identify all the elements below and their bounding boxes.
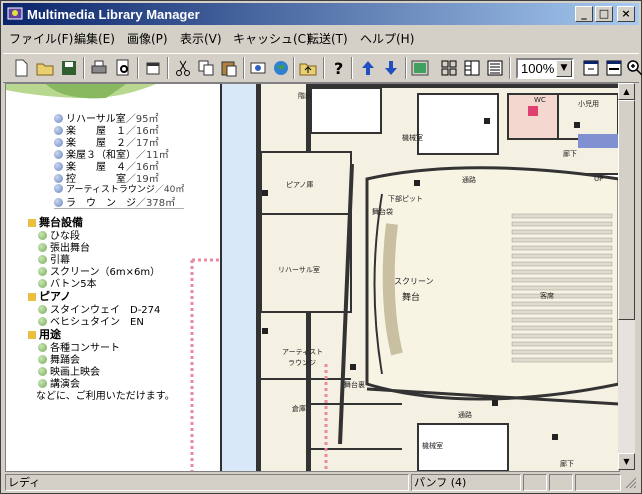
toolbar-separator [137, 57, 139, 79]
plan-label: ラウンジ [288, 359, 316, 367]
fit-window-icon[interactable] [581, 58, 601, 78]
close-button[interactable]: × [617, 6, 635, 22]
toolbar-separator [167, 57, 169, 79]
plan-label: 下部ピット [388, 194, 423, 203]
plan-label: 舞台裏 [344, 380, 365, 389]
find-icon[interactable] [248, 58, 268, 78]
thumbnail-view-icon[interactable] [439, 58, 459, 78]
print-icon[interactable] [89, 58, 109, 78]
floor-plan: 階段 機械室 WC 小児用 廊下 UP ピアノ庫 下部ピット 通路 舞台袋 リハ… [222, 84, 619, 471]
plan-label: リハーサル室 [278, 265, 320, 274]
plan-label: 小児用 [578, 99, 599, 108]
scroll-down-icon[interactable]: ▼ [618, 453, 635, 470]
toolbar-separator [83, 57, 85, 79]
plan-label: ピアノ庫 [286, 180, 313, 189]
prev-arrow-icon[interactable] [358, 58, 378, 78]
plan-label: 舞台袋 [372, 207, 393, 216]
plan-label: 客席 [540, 291, 554, 300]
info-panel: リハーサル室／95㎡ 楽 屋 １／16㎡ 楽 屋 ２／17㎡ 楽屋３（和室）／1… [6, 84, 222, 471]
plan-label: 通路 [458, 410, 472, 419]
plan-label: 廊下 [560, 459, 574, 468]
room-item: ラ ウ ン ジ／378㎡ [54, 194, 175, 209]
svg-text:?: ? [334, 59, 343, 78]
menu-view[interactable]: 表示(V) [180, 30, 222, 47]
minimize-button[interactable]: _ [575, 6, 593, 22]
properties-icon[interactable] [143, 58, 163, 78]
zoom-select[interactable]: 100% ▼ [516, 58, 574, 79]
plan-label: 廊下 [563, 149, 577, 158]
toolbar-separator [509, 57, 511, 79]
new-icon[interactable] [11, 58, 31, 78]
plan-label: アーティスト [282, 348, 323, 356]
menu-transfer[interactable]: 転送(T) [307, 30, 348, 47]
status-panel [523, 474, 547, 491]
window-title: Multimedia Library Manager [27, 7, 200, 22]
resize-grip-icon[interactable] [625, 477, 637, 489]
toolbar-separator [323, 57, 325, 79]
plan-label: 機械室 [402, 133, 423, 142]
toolbar-separator [351, 57, 353, 79]
plan-label: 機械室 [422, 441, 443, 450]
zoom-in-icon[interactable] [625, 58, 642, 78]
menu-cache[interactable]: キャッシュ(C) [233, 30, 311, 47]
document-view[interactable]: リハーサル室／95㎡ 楽 屋 １／16㎡ 楽 屋 ２／17㎡ 楽屋３（和室）／1… [5, 83, 620, 472]
status-page: パンフ (4) [411, 474, 521, 491]
status-panel [575, 474, 621, 491]
list-view-icon[interactable] [485, 58, 505, 78]
next-arrow-icon[interactable] [381, 58, 401, 78]
image-view-icon[interactable] [410, 58, 430, 78]
globe-icon[interactable] [271, 58, 291, 78]
toolbar-separator [293, 57, 295, 79]
plan-label: 倉庫 [292, 404, 306, 413]
menu-edit[interactable]: 編集(E) [74, 30, 115, 47]
plan-label: WC [534, 96, 546, 104]
bullet-icon [38, 279, 47, 288]
divider [54, 208, 184, 209]
bullet-icon [54, 198, 63, 207]
help-icon[interactable]: ? [328, 58, 348, 78]
plan-label: 通路 [462, 175, 476, 184]
app-window: Multimedia Library Manager _ □ × ファイル(F)… [0, 0, 642, 494]
plan-label: 舞台 [402, 291, 420, 303]
toolbar: ? 100% ▼ [3, 53, 642, 83]
cut-icon[interactable] [173, 58, 193, 78]
plan-label: スクリーン [394, 277, 434, 286]
menu-bar: ファイル(F) 編集(E) 画像(P) 表示(V) キャッシュ(C) 転送(T)… [3, 27, 639, 49]
paste-icon[interactable] [219, 58, 239, 78]
section-square-icon [28, 293, 36, 301]
footer-text: などに、ご利用いただけます。 [36, 391, 175, 402]
toolbar-separator [405, 57, 407, 79]
plan-label: 階段 [298, 91, 312, 100]
title-bar: Multimedia Library Manager _ □ × [3, 3, 639, 25]
chevron-down-icon[interactable]: ▼ [556, 60, 572, 77]
vertical-scrollbar[interactable]: ▲ ▼ [618, 83, 635, 470]
scroll-up-icon[interactable]: ▲ [618, 83, 635, 100]
save-icon[interactable] [59, 58, 79, 78]
bullet-icon [54, 184, 63, 193]
section-square-icon [28, 331, 36, 339]
floor-plan-drawing: 階段 機械室 WC 小児用 廊下 UP ピアノ庫 下部ピット 通路 舞台袋 リハ… [222, 84, 619, 471]
section-square-icon [28, 219, 36, 227]
copy-icon[interactable] [196, 58, 216, 78]
fit-width-icon[interactable] [604, 58, 624, 78]
list-item-text: ベヒシュタイン EN [50, 317, 144, 328]
status-panel [549, 474, 573, 491]
decorative-leaves [6, 84, 156, 99]
toolbar-separator [243, 57, 245, 79]
menu-help[interactable]: ヘルプ(H) [360, 30, 414, 47]
bullet-icon [38, 317, 47, 326]
zoom-value: 100% [521, 61, 555, 76]
print-preview-icon[interactable] [113, 58, 133, 78]
menu-image[interactable]: 画像(P) [127, 30, 168, 47]
app-icon [7, 6, 23, 22]
status-ready: レディ [5, 474, 409, 491]
open-folder-icon[interactable] [35, 58, 55, 78]
menu-file[interactable]: ファイル(F) [9, 30, 73, 47]
split-view-icon[interactable] [462, 58, 482, 78]
plan-label: UP [594, 175, 603, 183]
scroll-thumb[interactable] [618, 100, 635, 320]
status-bar: レディ パンフ (4) [3, 473, 639, 492]
up-folder-icon[interactable] [298, 58, 318, 78]
maximize-button[interactable]: □ [595, 6, 613, 22]
